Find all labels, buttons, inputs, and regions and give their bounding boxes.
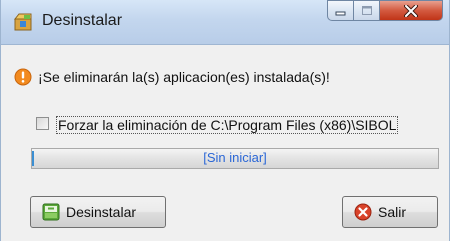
force-removal-checkbox[interactable] [36, 117, 49, 130]
uninstall-icon [42, 203, 60, 221]
caption-buttons [327, 0, 443, 22]
window-title: Desinstalar [42, 12, 123, 29]
exit-button[interactable]: Salir [342, 196, 438, 228]
close-icon [404, 4, 418, 17]
uninstall-button[interactable]: Desinstalar [30, 196, 166, 228]
force-removal-label[interactable]: Forzar la eliminación de C:\Program File… [56, 116, 399, 134]
close-button[interactable] [379, 0, 443, 21]
warning-icon [14, 68, 32, 86]
close-circle-icon [354, 203, 372, 221]
title-bar[interactable]: Desinstalar [1, 0, 449, 45]
minimize-button[interactable] [327, 0, 353, 21]
uninstall-button-label: Desinstalar [66, 204, 137, 220]
uninstall-dialog: Desinstalar ¡Se eliminarán la(s) aplicac… [0, 0, 450, 241]
maximize-button[interactable] [353, 0, 379, 21]
minimize-icon [335, 11, 345, 15]
warning-message: ¡Se eliminarán la(s) aplicacion(es) inst… [38, 69, 330, 85]
progress-bar: [Sin iniciar] [31, 148, 439, 169]
exit-button-label: Salir [378, 204, 407, 220]
maximize-icon [361, 6, 372, 15]
installer-box-icon [13, 13, 32, 31]
progress-status: [Sin iniciar] [203, 150, 267, 165]
